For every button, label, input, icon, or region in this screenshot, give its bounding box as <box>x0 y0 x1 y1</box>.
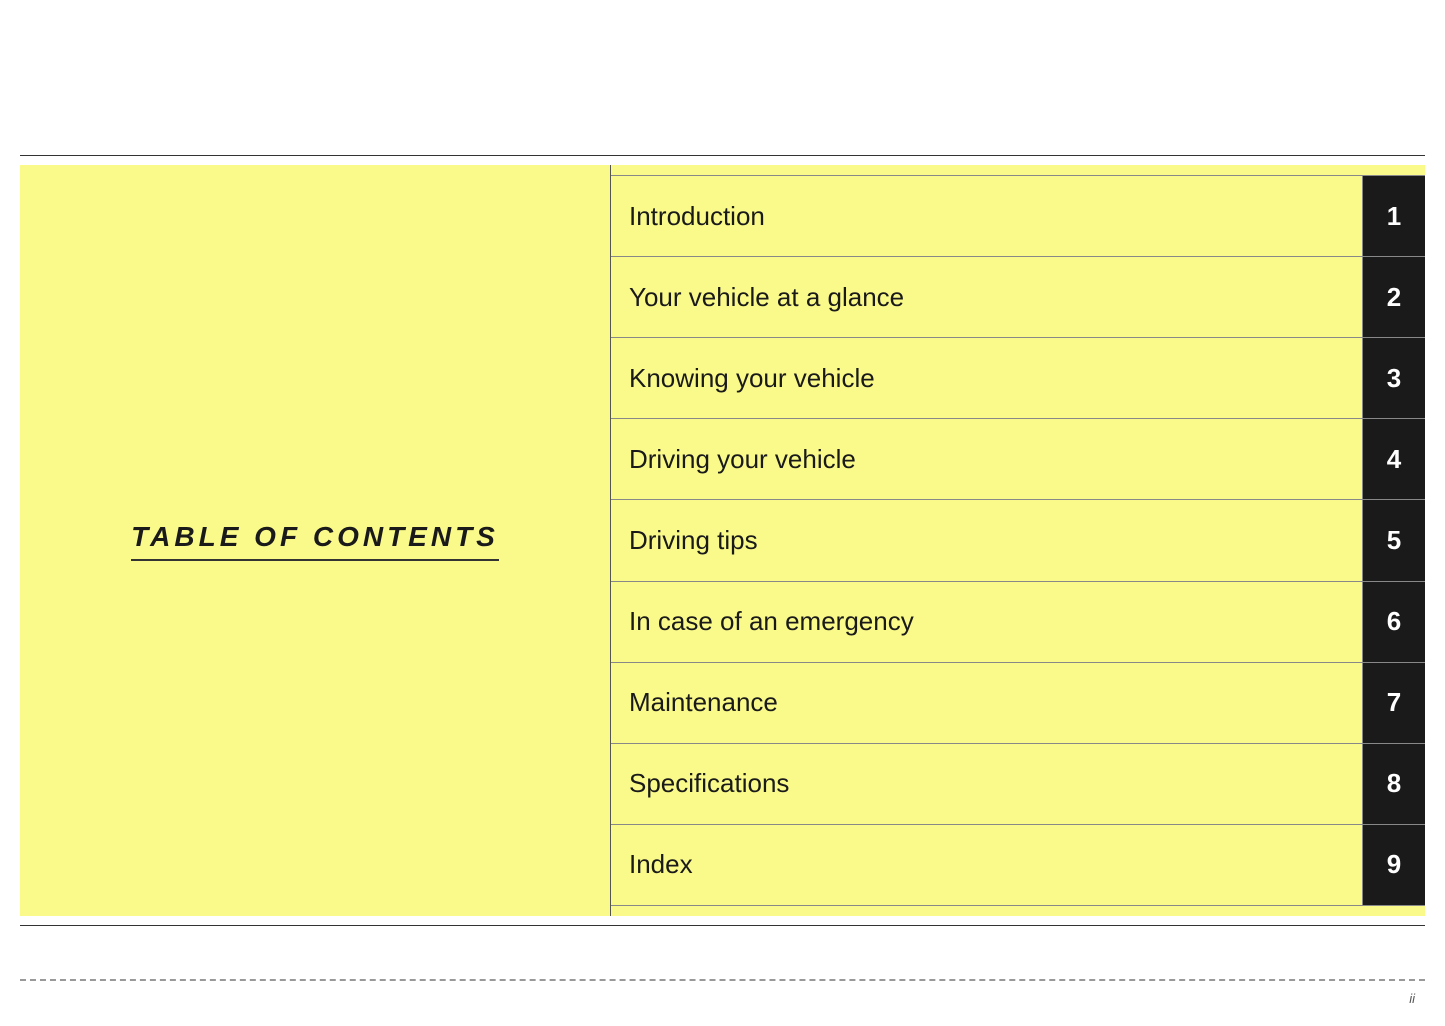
left-panel: TABLE OF CONTENTS <box>20 165 610 916</box>
toc-entry-number: 4 <box>1363 419 1425 499</box>
toc-row[interactable]: Maintenance7 <box>611 662 1425 743</box>
toc-entry-number: 9 <box>1363 825 1425 905</box>
toc-entry-label: Driving your vehicle <box>611 419 1363 499</box>
toc-row[interactable]: Driving your vehicle4 <box>611 418 1425 499</box>
toc-title: TABLE OF CONTENTS <box>131 521 499 561</box>
toc-entry-number: 2 <box>1363 257 1425 337</box>
toc-entry-number: 5 <box>1363 500 1425 580</box>
toc-row[interactable]: In case of an emergency6 <box>611 581 1425 662</box>
toc-entry-label: Maintenance <box>611 663 1363 743</box>
toc-row[interactable]: Introduction1 <box>611 175 1425 256</box>
toc-entry-label: Driving tips <box>611 500 1363 580</box>
page-container: TABLE OF CONTENTS Introduction1Your vehi… <box>0 0 1445 1026</box>
toc-entry-number: 8 <box>1363 744 1425 824</box>
top-line <box>20 155 1425 156</box>
toc-entry-number: 3 <box>1363 338 1425 418</box>
toc-entry-label: Introduction <box>611 176 1363 256</box>
toc-row[interactable]: Your vehicle at a glance2 <box>611 256 1425 337</box>
toc-entry-label: Knowing your vehicle <box>611 338 1363 418</box>
toc-entry-number: 1 <box>1363 176 1425 256</box>
dashed-line <box>20 979 1425 981</box>
page-number: ii <box>1409 991 1415 1006</box>
toc-row[interactable]: Driving tips5 <box>611 499 1425 580</box>
toc-list: Introduction1Your vehicle at a glance2Kn… <box>611 165 1425 916</box>
toc-row[interactable]: Specifications8 <box>611 743 1425 824</box>
toc-entry-number: 6 <box>1363 582 1425 662</box>
toc-entry-number: 7 <box>1363 663 1425 743</box>
toc-entry-label: In case of an emergency <box>611 582 1363 662</box>
toc-entry-label: Index <box>611 825 1363 905</box>
toc-row[interactable]: Index9 <box>611 824 1425 906</box>
toc-row[interactable]: Knowing your vehicle3 <box>611 337 1425 418</box>
toc-entry-label: Specifications <box>611 744 1363 824</box>
bottom-line <box>20 925 1425 926</box>
main-content: TABLE OF CONTENTS Introduction1Your vehi… <box>20 165 1425 916</box>
toc-entry-label: Your vehicle at a glance <box>611 257 1363 337</box>
